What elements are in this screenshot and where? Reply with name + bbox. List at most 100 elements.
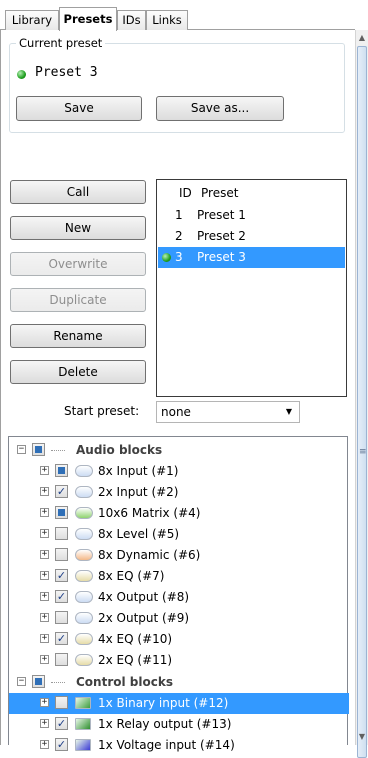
collapse-icon[interactable]: − [17,677,26,686]
block-checkbox[interactable]: ✓ [55,485,68,498]
tree-item[interactable]: +2x Output (#9) [9,608,349,629]
tree-item[interactable]: +2x EQ (#11) [9,650,349,671]
overwrite-button[interactable]: Overwrite [10,252,146,276]
tree-item-label: 8x EQ (#7) [98,569,165,583]
duplicate-button[interactable]: Duplicate [10,288,146,312]
tree-item[interactable]: + ✓ 4x Output (#8) [9,587,349,608]
blocks-tree[interactable]: − Audio blocks +8x Input (#1) + ✓ 2x Input … [8,436,349,752]
save-button[interactable]: Save [16,96,142,121]
save-as-button[interactable]: Save as... [156,96,284,121]
tree-item-label: 1x Binary input (#12) [98,696,229,710]
audio-block-icon [75,633,93,645]
tree-item[interactable]: +8x Level (#5) [9,524,349,545]
tree-node-control-blocks[interactable]: − Control blocks [9,672,349,693]
tree-item-label: 10x6 Matrix (#4) [98,506,201,520]
block-checkbox[interactable]: ✓ [55,632,68,645]
expand-icon[interactable]: + [40,487,49,496]
expand-icon[interactable]: + [40,550,49,559]
tree-item[interactable]: + ✓ 2x Input (#2) [9,482,349,503]
current-preset-title: Current preset [16,36,106,50]
vertical-scrollbar[interactable]: ▲ ≡ ▼ [355,30,368,758]
chevron-down-icon: ▼ [285,407,292,416]
preset-name: Preset 3 [197,250,246,264]
preset-id: 1 [175,208,183,222]
collapse-icon[interactable]: − [17,445,26,454]
block-checkbox[interactable] [55,506,68,519]
scroll-down-icon[interactable]: ▼ [356,730,368,744]
group-checkbox[interactable] [32,443,45,456]
scrollbar-thumb[interactable]: ≡ [357,46,367,758]
group-checkbox[interactable] [32,675,45,688]
scroll-up-icon[interactable]: ▲ [356,31,368,45]
preset-name: Preset 2 [197,229,246,243]
tree-item[interactable]: +8x Dynamic (#6) [9,545,349,566]
block-checkbox[interactable] [55,611,68,624]
block-checkbox[interactable] [55,696,68,709]
expand-icon[interactable]: + [40,529,49,538]
tree-item-label: 2x Input (#2) [98,485,179,499]
block-checkbox[interactable]: ✓ [55,569,68,582]
tree-item-label: 1x Voltage input (#14) [98,738,235,752]
block-checkbox[interactable] [55,464,68,477]
expand-icon[interactable]: + [40,613,49,622]
tree-connector [51,450,65,451]
preset-id: 2 [175,229,183,243]
tree-item-label: 8x Level (#5) [98,527,180,541]
tab-presets-label: Presets [63,12,113,26]
audio-block-icon [75,465,93,477]
new-button[interactable]: New [10,216,146,240]
tab-ids[interactable]: IDs [117,10,146,30]
tree-item[interactable]: +10x6 Matrix (#4) [9,503,349,524]
expand-icon[interactable]: + [40,719,49,728]
preset-row-1[interactable]: 1 Preset 1 [158,205,345,226]
preset-row-3[interactable]: 3 Preset 3 [158,247,345,268]
tree-item[interactable]: +8x Input (#1) [9,461,349,482]
active-led-icon [17,70,26,79]
expand-icon[interactable]: + [40,571,49,580]
expand-icon[interactable]: + [40,466,49,475]
rename-button[interactable]: Rename [10,324,146,348]
preset-row-2[interactable]: 2 Preset 2 [158,226,345,247]
start-preset-value: none [161,405,191,419]
tree-group-label: Audio blocks [76,443,163,457]
expand-icon[interactable]: + [40,634,49,643]
tree-item[interactable]: +1x Binary input (#12) [9,693,349,714]
header-preset: Preset [201,186,239,200]
preset-id: 3 [175,250,183,264]
tree-item-label: 2x EQ (#11) [98,653,173,667]
delete-button[interactable]: Delete [10,360,146,384]
call-button[interactable]: Call [10,180,146,204]
tree-item[interactable]: + ✓ 1x Relay output (#13) [9,714,349,735]
tree-item-label: 4x Output (#8) [98,590,190,604]
control-block-icon [75,739,91,751]
audio-block-icon [75,570,93,582]
tree-item-label: 2x Output (#9) [98,611,190,625]
tree-item[interactable]: + ✓ 4x EQ (#10) [9,629,349,650]
tree-item[interactable]: + ✓ 1x Voltage input (#14) [9,735,349,756]
block-checkbox[interactable] [55,527,68,540]
tree-node-audio-blocks[interactable]: − Audio blocks [9,440,349,461]
block-checkbox[interactable] [55,548,68,561]
block-checkbox[interactable] [55,653,68,666]
tree-connector [51,682,65,683]
tree-group-label: Control blocks [76,675,173,689]
preset-list[interactable]: ID Preset 1 Preset 1 2 Preset 2 3 Preset… [156,179,347,397]
control-block-icon [75,718,91,730]
tab-presets[interactable]: Presets [59,7,117,31]
start-preset-dropdown[interactable]: none ▼ [156,401,300,423]
expand-icon[interactable]: + [40,508,49,517]
tree-item[interactable]: + ✓ 8x EQ (#7) [9,566,349,587]
tab-library[interactable]: Library [5,10,59,30]
block-checkbox[interactable]: ✓ [55,717,68,730]
tab-links[interactable]: Links [146,10,188,30]
preset-list-header: ID Preset [158,183,345,204]
expand-icon[interactable]: + [40,592,49,601]
tab-links-label: Links [152,13,182,27]
audio-block-icon [75,654,93,666]
tab-ids-label: IDs [122,13,141,27]
start-preset-label: Start preset: [64,404,140,418]
audio-block-icon [75,507,93,519]
expand-icon[interactable]: + [40,698,49,707]
expand-icon[interactable]: + [40,655,49,664]
block-checkbox[interactable]: ✓ [55,590,68,603]
